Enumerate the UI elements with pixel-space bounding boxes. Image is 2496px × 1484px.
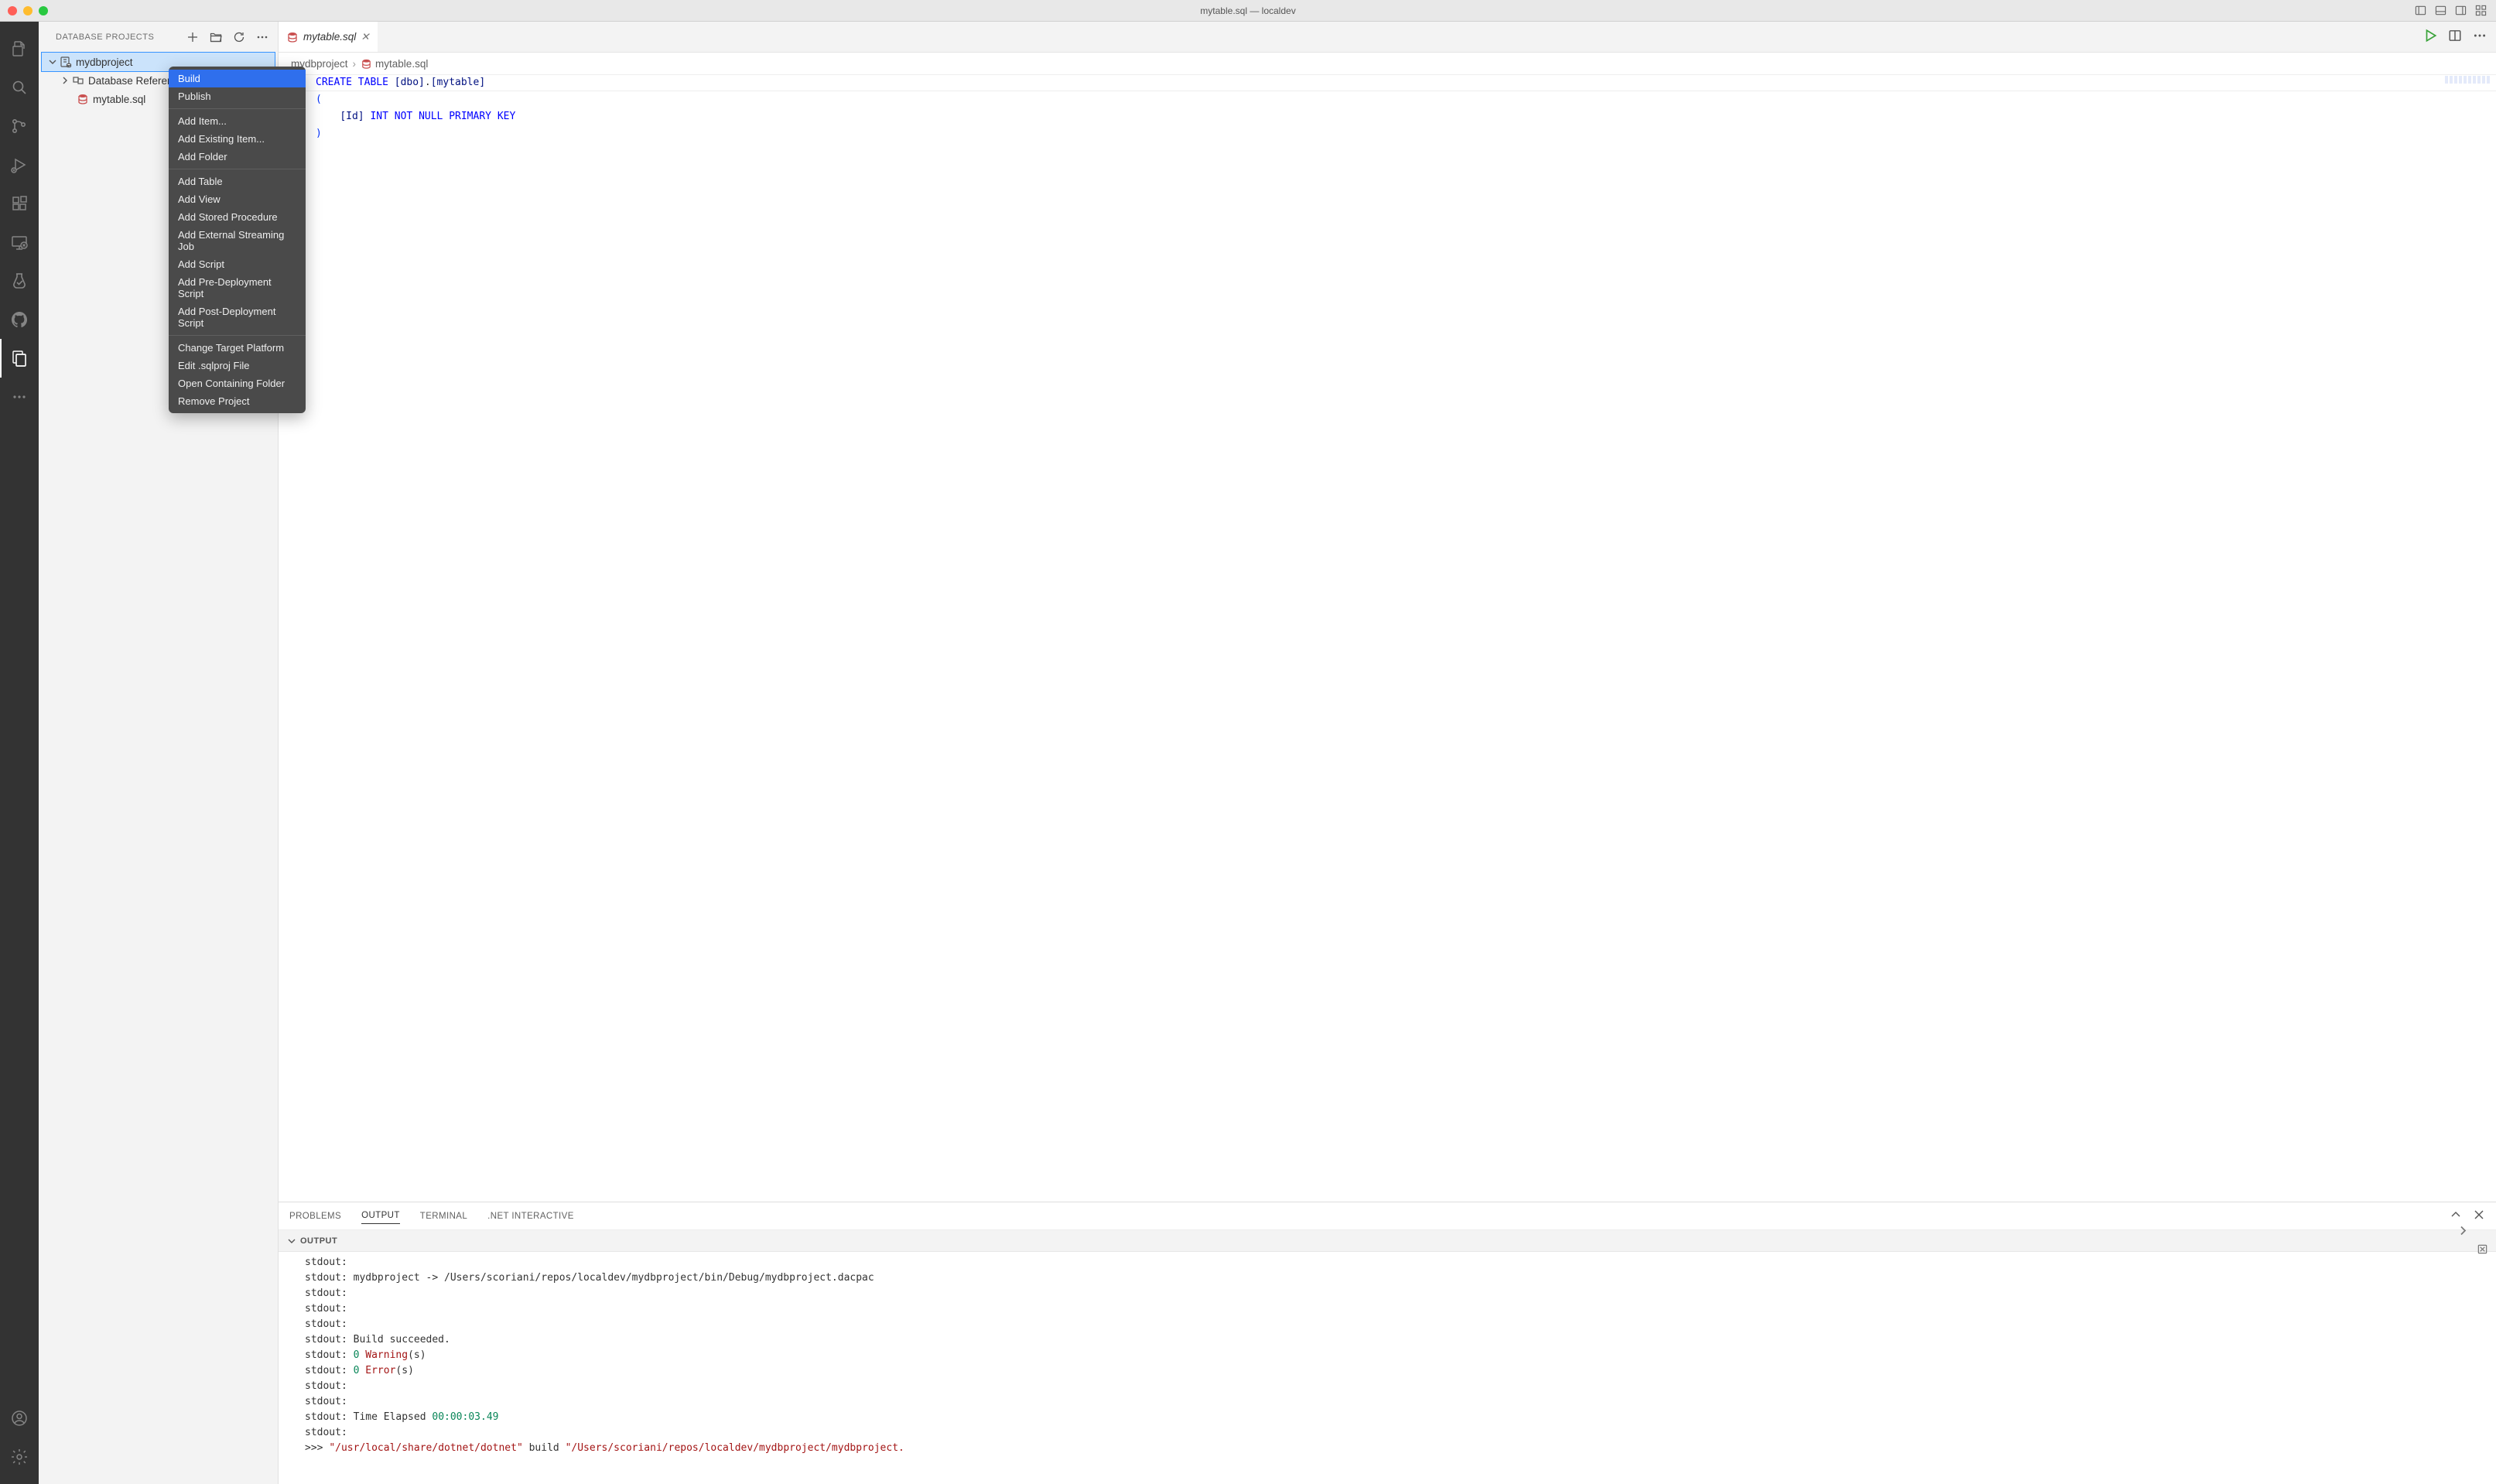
sql-file-icon — [361, 58, 372, 70]
layout-panel-bottom-icon[interactable] — [2433, 5, 2448, 17]
ctx-publish[interactable]: Publish — [169, 87, 306, 105]
ctx-add-ext-stream[interactable]: Add External Streaming Job — [169, 226, 306, 255]
ctx-add-pre[interactable]: Add Pre-Deployment Script — [169, 273, 306, 303]
panel-tab-dotnet[interactable]: .NET INTERACTIVE — [487, 1209, 574, 1224]
titlebar: mytable.sql — localdev — [0, 0, 2496, 22]
breadcrumbs[interactable]: mydbproject › mytable.sql — [279, 53, 2496, 74]
ctx-build[interactable]: Build — [169, 70, 306, 87]
database-projects-activity[interactable] — [0, 339, 39, 378]
tree-project-label: mydbproject — [76, 56, 133, 68]
split-editor-icon[interactable] — [2448, 29, 2462, 45]
ctx-separator — [169, 335, 306, 336]
ctx-add-item[interactable]: Add Item... — [169, 112, 306, 130]
sql-file-icon — [286, 31, 299, 43]
source-control-activity[interactable] — [0, 107, 39, 145]
customize-layout-icon[interactable] — [2473, 5, 2488, 17]
ctx-add-sp[interactable]: Add Stored Procedure — [169, 208, 306, 226]
output-content[interactable]: stdout: stdout: mydbproject -> /Users/sc… — [279, 1252, 2496, 1484]
search-activity[interactable] — [0, 68, 39, 107]
sidebar-title: DATABASE PROJECTS — [56, 32, 154, 42]
ctx-add-view[interactable]: Add View — [169, 190, 306, 208]
open-project-icon[interactable] — [210, 31, 222, 43]
window-title: mytable.sql — localdev — [1200, 5, 1295, 16]
context-menu: Build Publish Add Item... Add Existing I… — [169, 67, 306, 413]
settings-activity[interactable] — [0, 1438, 39, 1476]
sql-file-icon — [76, 93, 90, 105]
run-debug-activity[interactable] — [0, 145, 39, 184]
refresh-icon[interactable] — [233, 31, 245, 43]
window-minimize-button[interactable] — [23, 6, 32, 15]
code-editor[interactable]: 12345 CREATE TABLE [dbo].[mytable]( [Id]… — [279, 74, 2496, 1202]
chevron-right-icon — [59, 76, 71, 85]
ctx-add-post[interactable]: Add Post-Deployment Script — [169, 303, 306, 332]
references-icon — [71, 74, 85, 87]
accounts-activity[interactable] — [0, 1399, 39, 1438]
breadcrumb-file: mytable.sql — [361, 58, 428, 70]
editor-tab-label: mytable.sql — [303, 31, 356, 43]
ctx-edit-sqlproj[interactable]: Edit .sqlproj File — [169, 357, 306, 374]
github-activity[interactable] — [0, 300, 39, 339]
ctx-add-folder[interactable]: Add Folder — [169, 148, 306, 166]
activity-bar — [0, 22, 39, 1484]
ctx-remove[interactable]: Remove Project — [169, 392, 306, 410]
layout-sidebar-right-icon[interactable] — [2453, 5, 2468, 17]
output-section-header[interactable]: OUTPUT — [279, 1230, 2496, 1252]
more-activity[interactable] — [0, 378, 39, 416]
more-icon[interactable] — [2473, 29, 2487, 45]
editor-tab-mytable[interactable]: mytable.sql ✕ — [279, 22, 378, 52]
panel-tab-output[interactable]: OUTPUT — [361, 1208, 400, 1224]
window-close-button[interactable] — [8, 6, 17, 15]
bottom-panel: PROBLEMS OUTPUT TERMINAL .NET INTERACTIV… — [279, 1202, 2496, 1484]
panel-tab-problems[interactable]: PROBLEMS — [289, 1209, 341, 1224]
project-icon — [59, 56, 73, 68]
ctx-add-table[interactable]: Add Table — [169, 173, 306, 190]
code-content[interactable]: CREATE TABLE [dbo].[mytable]( [Id] INT N… — [316, 74, 2496, 1202]
ctx-add-script[interactable]: Add Script — [169, 255, 306, 273]
maximize-panel-icon[interactable] — [2450, 1209, 2462, 1223]
chevron-right-icon: › — [353, 58, 357, 70]
close-icon[interactable]: ✕ — [361, 31, 369, 43]
run-icon[interactable] — [2423, 29, 2437, 45]
ctx-change-target[interactable]: Change Target Platform — [169, 339, 306, 357]
minimap[interactable] — [2445, 76, 2491, 84]
layout-sidebar-left-icon[interactable] — [2412, 5, 2428, 17]
ctx-separator — [169, 108, 306, 109]
close-panel-icon[interactable] — [2473, 1209, 2485, 1223]
sidebar: DATABASE PROJECTS mydbproject Database R… — [39, 22, 279, 1484]
panel-tab-terminal[interactable]: TERMINAL — [420, 1209, 467, 1224]
tree-file-label: mytable.sql — [93, 94, 145, 105]
editor-area: mytable.sql ✕ mydbproject › mytable.sql … — [279, 22, 2496, 1484]
output-section-title: OUTPUT — [300, 1236, 337, 1246]
explorer-activity[interactable] — [0, 29, 39, 68]
window-maximize-button[interactable] — [39, 6, 48, 15]
remote-explorer-activity[interactable] — [0, 223, 39, 262]
testing-activity[interactable] — [0, 262, 39, 300]
chevron-down-icon — [46, 57, 59, 67]
new-project-icon[interactable] — [186, 31, 199, 43]
ctx-add-existing[interactable]: Add Existing Item... — [169, 130, 306, 148]
panel-tabs: PROBLEMS OUTPUT TERMINAL .NET INTERACTIV… — [279, 1202, 2496, 1230]
editor-tabs: mytable.sql ✕ — [279, 22, 2496, 53]
ctx-open-folder[interactable]: Open Containing Folder — [169, 374, 306, 392]
chevron-down-icon — [286, 1236, 297, 1246]
more-actions-icon[interactable] — [256, 31, 268, 43]
extensions-activity[interactable] — [0, 184, 39, 223]
